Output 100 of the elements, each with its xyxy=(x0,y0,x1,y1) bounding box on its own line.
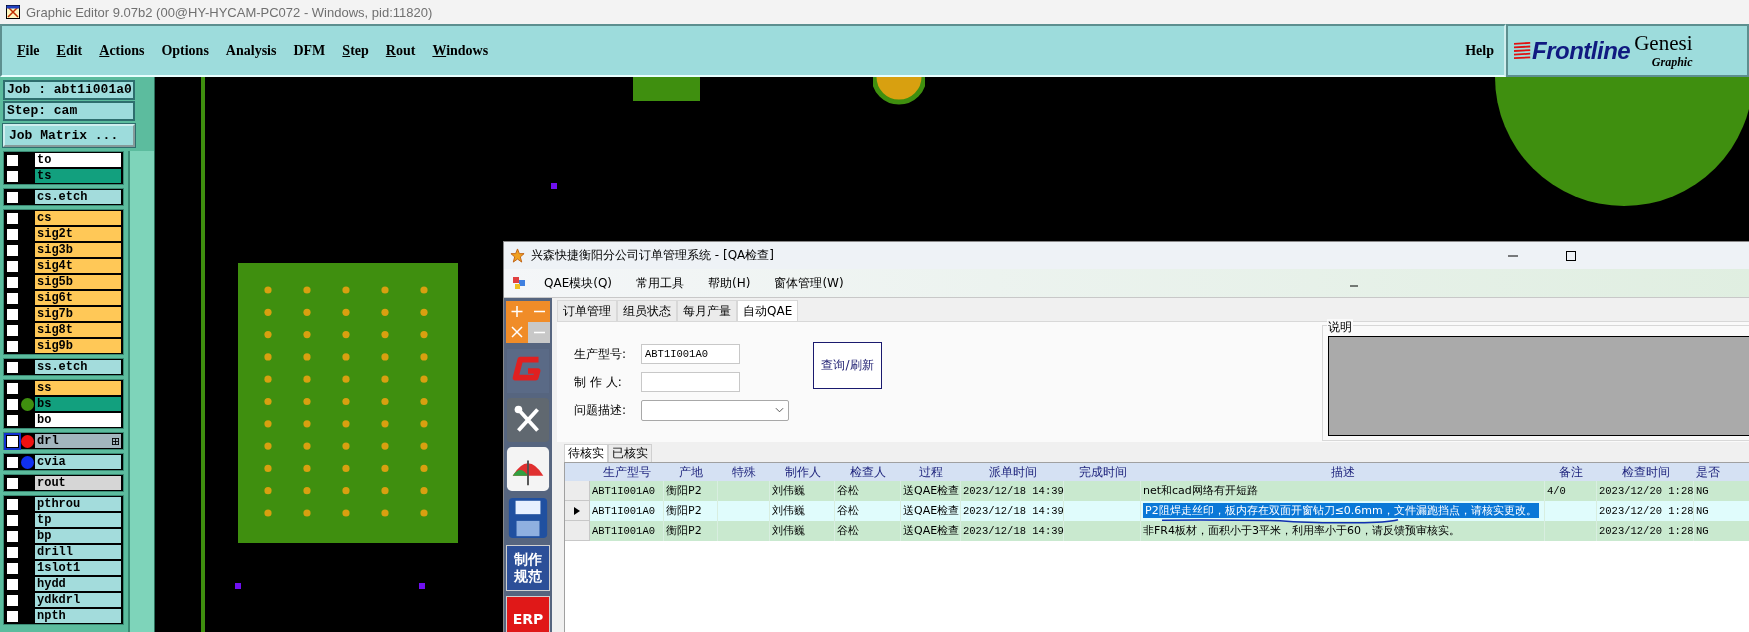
query-button[interactable]: 查询/刷新 xyxy=(813,342,882,389)
layer-checkbox[interactable] xyxy=(6,381,19,395)
tools-icon[interactable] xyxy=(506,398,550,442)
layer-name[interactable]: pthrou xyxy=(35,497,122,511)
menu-item[interactable]: Edit xyxy=(49,40,90,61)
layer-name[interactable]: sig4t xyxy=(35,259,122,273)
layer-checkbox[interactable] xyxy=(6,513,19,527)
layer-name[interactable]: rout xyxy=(35,476,122,490)
column-header[interactable]: 制作人 xyxy=(770,463,835,481)
layer-checkbox[interactable] xyxy=(6,434,19,448)
save-icon[interactable] xyxy=(506,496,550,540)
layer-checkbox[interactable] xyxy=(6,153,19,167)
layer-checkbox[interactable] xyxy=(6,609,19,623)
layer-name[interactable]: bp xyxy=(35,529,122,543)
layer-name[interactable]: bo xyxy=(35,413,122,427)
maker-input[interactable] xyxy=(641,372,740,392)
tab[interactable]: 每月产量 xyxy=(677,300,737,321)
layer-name[interactable]: sig5b xyxy=(35,275,122,289)
layer-name[interactable]: cs.etch xyxy=(35,190,122,204)
menu-item[interactable]: Analysis xyxy=(218,40,284,61)
layer-name[interactable]: to xyxy=(35,153,122,167)
column-header[interactable]: 描述 xyxy=(1141,463,1545,481)
job-matrix-button[interactable]: Job Matrix ... xyxy=(3,124,135,147)
layer-checkbox[interactable] xyxy=(6,339,19,353)
layer-checkbox[interactable] xyxy=(6,397,19,411)
column-header[interactable]: 备注 xyxy=(1545,463,1597,481)
calculator-icon[interactable] xyxy=(506,300,550,344)
layer-checkbox[interactable] xyxy=(6,561,19,575)
layer-name[interactable]: sig8t xyxy=(35,323,122,337)
layer-name[interactable]: 1slot1 xyxy=(35,561,122,575)
layer-name[interactable]: ydkdrl xyxy=(35,593,122,607)
column-header[interactable]: 是否 xyxy=(1694,463,1749,481)
product-name: Genesi xyxy=(1634,31,1693,55)
layer-name[interactable]: sig6t xyxy=(35,291,122,305)
column-header[interactable]: 完成时间 xyxy=(1064,463,1141,481)
menu-item[interactable]: 窗体管理(W) xyxy=(764,272,854,294)
layer-checkbox[interactable] xyxy=(6,360,19,374)
layer-checkbox[interactable] xyxy=(6,593,19,607)
umbrella-icon[interactable] xyxy=(506,447,550,491)
layer-name[interactable]: hydd xyxy=(35,577,122,591)
layer-checkbox[interactable] xyxy=(6,190,19,204)
column-header[interactable]: 过程 xyxy=(901,463,961,481)
layer-name[interactable]: sig7b xyxy=(35,307,122,321)
column-header[interactable]: 检查人 xyxy=(835,463,901,481)
layer-checkbox[interactable] xyxy=(6,211,19,225)
menu-item[interactable]: 帮助(H) xyxy=(698,272,761,294)
layer-name[interactable]: cvia xyxy=(35,455,122,469)
layer-name[interactable]: drl xyxy=(35,434,122,448)
layer-name[interactable]: drill xyxy=(35,545,122,559)
toolbar-button[interactable]: ERP xyxy=(506,596,550,632)
layer-name[interactable]: sig2t xyxy=(35,227,122,241)
menu-item[interactable]: Windows xyxy=(425,40,496,61)
layer-checkbox[interactable] xyxy=(6,243,19,257)
tab[interactable]: 待核实 xyxy=(564,444,608,462)
layer-name[interactable]: tp xyxy=(35,513,122,527)
layer-name[interactable]: ss.etch xyxy=(35,360,122,374)
tab[interactable]: 已核实 xyxy=(608,444,652,462)
menu-item[interactable]: QAE模块(Q) xyxy=(534,272,623,294)
layer-name[interactable]: sig3b xyxy=(35,243,122,257)
menu-item[interactable]: DFM xyxy=(286,40,333,61)
layer-checkbox[interactable] xyxy=(6,275,19,289)
column-header[interactable]: 产地 xyxy=(664,463,718,481)
layer-checkbox[interactable] xyxy=(6,413,19,427)
layer-checkbox[interactable] xyxy=(6,497,19,511)
maximize-icon[interactable] xyxy=(1566,250,1576,261)
layer-name[interactable]: npth xyxy=(35,609,122,623)
layer-checkbox[interactable] xyxy=(6,227,19,241)
help-menu[interactable]: Help xyxy=(1458,40,1501,61)
layer-name[interactable]: cs xyxy=(35,211,122,225)
menu-item[interactable]: Rout xyxy=(378,40,423,61)
layer-checkbox[interactable] xyxy=(6,323,19,337)
menu-item[interactable]: File xyxy=(10,40,47,61)
menu-item[interactable]: Actions xyxy=(92,40,152,61)
layer-name[interactable]: bs xyxy=(35,397,122,411)
toolbar-button[interactable]: 制作规范 xyxy=(506,545,550,591)
column-header[interactable]: 派单时间 xyxy=(961,463,1064,481)
tab[interactable]: 组员状态 xyxy=(617,300,677,321)
layer-checkbox[interactable] xyxy=(6,291,19,305)
tab[interactable]: 自动QAE xyxy=(737,300,799,321)
scrollbar[interactable] xyxy=(128,151,154,632)
layer-checkbox[interactable] xyxy=(6,455,19,469)
model-input[interactable]: ABT1I001A0 xyxy=(641,344,740,364)
layer-checkbox[interactable] xyxy=(6,529,19,543)
column-header[interactable]: 特殊 xyxy=(718,463,770,481)
menu-item[interactable]: 常用工具 xyxy=(626,272,695,294)
layer-checkbox[interactable] xyxy=(6,545,19,559)
layer-name[interactable]: ts xyxy=(35,169,122,183)
row-header[interactable] xyxy=(565,501,590,521)
layer-checkbox[interactable] xyxy=(6,307,19,321)
menu-item[interactable]: Step xyxy=(335,40,376,61)
column-header[interactable]: 检查时间 xyxy=(1597,463,1694,481)
layer-name[interactable]: ss xyxy=(35,381,122,395)
layer-checkbox[interactable] xyxy=(6,577,19,591)
layer-checkbox[interactable] xyxy=(6,169,19,183)
layer-name[interactable]: sig9b xyxy=(35,339,122,353)
layer-checkbox[interactable] xyxy=(6,259,19,273)
menu-item[interactable]: Options xyxy=(154,40,216,61)
layer-checkbox[interactable] xyxy=(6,476,19,490)
tab[interactable]: 订单管理 xyxy=(557,300,617,321)
column-header[interactable]: 生产型号 xyxy=(590,463,664,481)
